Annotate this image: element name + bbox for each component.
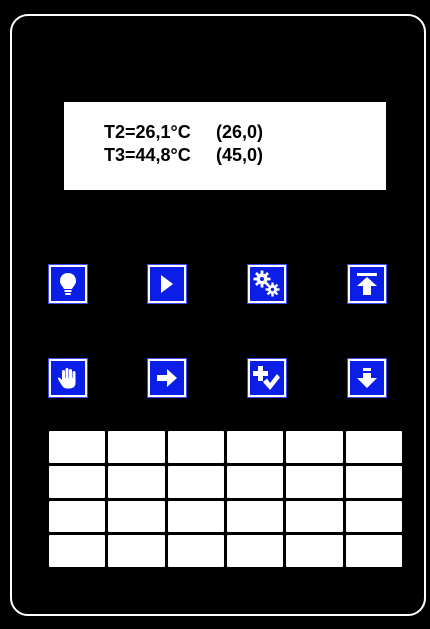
top-button[interactable] bbox=[348, 265, 386, 303]
manual-button[interactable] bbox=[49, 359, 87, 397]
lcd-display: T2=26,1°C (26,0) T3=44,8°C (45,0) bbox=[64, 102, 386, 190]
keypad-key[interactable] bbox=[345, 500, 402, 533]
keypad-key[interactable] bbox=[49, 500, 106, 533]
down-button[interactable] bbox=[348, 359, 386, 397]
play-button[interactable] bbox=[148, 265, 186, 303]
keypad-key[interactable] bbox=[167, 431, 224, 463]
keypad-grid bbox=[49, 431, 402, 567]
keypad-key[interactable] bbox=[108, 535, 165, 567]
t3-setpoint: (45,0) bbox=[216, 145, 264, 165]
keypad-key[interactable] bbox=[226, 431, 284, 463]
gears-icon bbox=[253, 270, 280, 297]
keypad-key[interactable] bbox=[286, 500, 343, 533]
lcd-line-1: T2=26,1°C (26,0) bbox=[104, 122, 263, 143]
t2-reading: T2=26,1°C bbox=[104, 122, 191, 142]
t3-reading: T3=44,8°C bbox=[104, 145, 191, 165]
keypad-key[interactable] bbox=[49, 465, 106, 498]
keypad-key[interactable] bbox=[226, 535, 284, 567]
keypad-key[interactable] bbox=[167, 465, 224, 498]
keypad-key[interactable] bbox=[286, 465, 343, 498]
arrow-right-icon bbox=[157, 369, 177, 387]
keypad-key[interactable] bbox=[49, 535, 106, 567]
keypad-key[interactable] bbox=[49, 431, 106, 463]
keypad-key[interactable] bbox=[226, 500, 284, 533]
settings-button[interactable] bbox=[248, 265, 286, 303]
play-icon bbox=[161, 275, 173, 293]
keypad-key[interactable] bbox=[167, 535, 224, 567]
keypad-key[interactable] bbox=[108, 431, 165, 463]
lcd-line-2: T3=44,8°C (45,0) bbox=[104, 145, 263, 166]
keypad-key[interactable] bbox=[108, 465, 165, 498]
arrow-up-to-top-icon bbox=[357, 273, 377, 295]
keypad-key[interactable] bbox=[167, 500, 224, 533]
keypad-key[interactable] bbox=[226, 465, 284, 498]
plus-check-icon bbox=[253, 366, 280, 390]
keypad-key[interactable] bbox=[108, 500, 165, 533]
t2-setpoint: (26,0) bbox=[216, 122, 264, 142]
keypad-key[interactable] bbox=[345, 431, 402, 463]
keypad-key[interactable] bbox=[286, 431, 343, 463]
hand-icon bbox=[57, 368, 76, 389]
light-button[interactable] bbox=[49, 265, 87, 303]
add-confirm-button[interactable] bbox=[248, 359, 286, 397]
keypad-key[interactable] bbox=[345, 535, 402, 567]
lightbulb-icon bbox=[60, 273, 76, 295]
next-button[interactable] bbox=[148, 359, 186, 397]
arrow-down-icon bbox=[357, 368, 377, 388]
keypad-key[interactable] bbox=[345, 465, 402, 498]
keypad-key[interactable] bbox=[286, 535, 343, 567]
